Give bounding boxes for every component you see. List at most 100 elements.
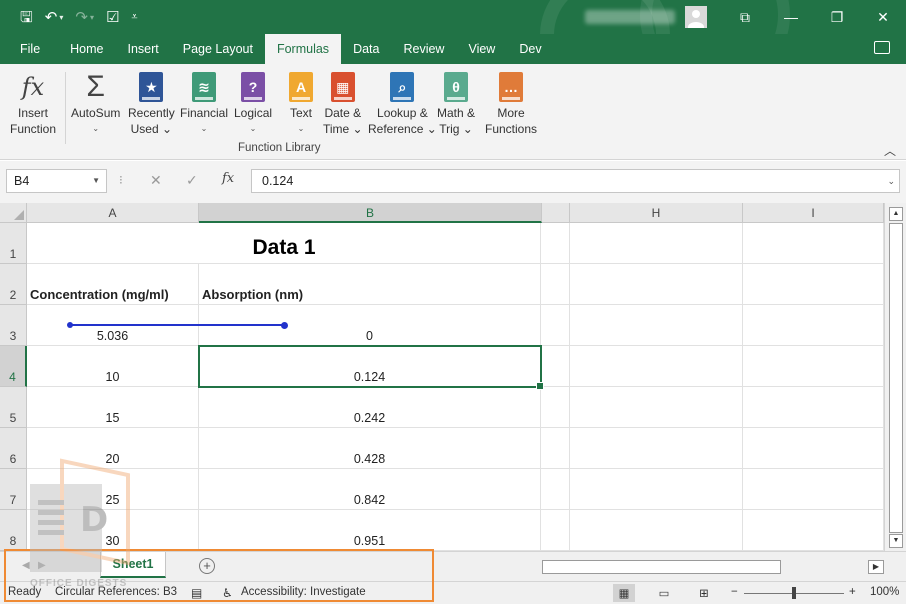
- cell[interactable]: [541, 428, 570, 469]
- cell[interactable]: [570, 346, 743, 387]
- insert-function-button[interactable]: fx Insert Function: [10, 70, 56, 137]
- cell[interactable]: [570, 387, 743, 428]
- cell[interactable]: [541, 510, 570, 551]
- tab-developer[interactable]: Dev: [507, 34, 553, 64]
- cell[interactable]: [570, 264, 743, 305]
- financial-button[interactable]: ≋ Financial ⌄: [180, 70, 228, 137]
- lookup-reference-button[interactable]: ⌕ Lookup & Reference ⌄: [368, 70, 437, 137]
- autosave-icon[interactable]: 🖫: [20, 10, 33, 25]
- cell[interactable]: [570, 305, 743, 346]
- cell[interactable]: [541, 346, 570, 387]
- column-header-i[interactable]: I: [743, 203, 884, 223]
- insert-function-icon[interactable]: fx: [222, 171, 234, 186]
- zoom-slider-thumb[interactable]: [792, 587, 796, 599]
- cell[interactable]: [743, 469, 884, 510]
- redo-icon[interactable]: ↷: [75, 10, 88, 25]
- customize-qat-icon[interactable]: ☑: [106, 10, 119, 25]
- scroll-down-icon[interactable]: ▼: [889, 534, 903, 548]
- cell[interactable]: [570, 223, 743, 264]
- scroll-right-icon[interactable]: ▶: [868, 560, 884, 574]
- cell-a6[interactable]: 20: [27, 428, 199, 469]
- expand-formula-icon[interactable]: ⌄: [887, 170, 895, 192]
- cell[interactable]: [541, 264, 570, 305]
- row-header-3[interactable]: 3: [0, 305, 27, 346]
- active-cell-selection[interactable]: [198, 345, 544, 390]
- cell-a4[interactable]: 10: [27, 346, 199, 387]
- cell[interactable]: [541, 469, 570, 510]
- tab-formulas[interactable]: Formulas: [264, 34, 342, 64]
- tab-home[interactable]: Home: [58, 34, 115, 64]
- column-header-b[interactable]: B: [199, 203, 542, 223]
- minimize-icon[interactable]: —: [768, 0, 814, 34]
- collapse-ribbon-icon[interactable]: ︿: [884, 142, 896, 159]
- normal-view-icon[interactable]: ▦: [613, 584, 635, 602]
- math-trig-button[interactable]: θ Math & Trig ⌄: [437, 70, 475, 137]
- date-time-button[interactable]: ▦ Date & Time ⌄: [323, 70, 363, 137]
- zoom-out-icon[interactable]: −: [731, 586, 738, 598]
- tab-view[interactable]: View: [456, 34, 507, 64]
- cell[interactable]: [743, 305, 884, 346]
- cell[interactable]: [743, 223, 884, 264]
- cell-a7[interactable]: 25: [27, 469, 199, 510]
- column-header-a[interactable]: A: [27, 203, 199, 223]
- restore-icon[interactable]: ❐: [814, 0, 860, 34]
- tab-file[interactable]: File: [0, 34, 58, 64]
- cell[interactable]: [743, 428, 884, 469]
- page-break-view-icon[interactable]: ⊞: [693, 584, 715, 602]
- column-header-h[interactable]: H: [570, 203, 743, 223]
- row-header-4[interactable]: 4: [0, 346, 27, 387]
- cell[interactable]: [743, 387, 884, 428]
- redo-dropdown-icon[interactable]: ▾: [90, 13, 94, 22]
- row-header-5[interactable]: 5: [0, 387, 27, 428]
- cell[interactable]: [743, 346, 884, 387]
- cell[interactable]: [570, 428, 743, 469]
- tab-review[interactable]: Review: [391, 34, 456, 64]
- close-icon[interactable]: ✕: [860, 0, 906, 34]
- logical-button[interactable]: ? Logical ⌄: [234, 70, 272, 137]
- zoom-in-icon[interactable]: +: [849, 586, 856, 598]
- row-header-8[interactable]: 8: [0, 510, 27, 551]
- chevron-down-icon[interactable]: ▼: [92, 170, 100, 192]
- cell[interactable]: [570, 469, 743, 510]
- cell-a8[interactable]: 30: [27, 510, 199, 551]
- column-header-hidden[interactable]: [542, 203, 570, 223]
- autosum-button[interactable]: Σ AutoSum ⌄: [71, 70, 120, 137]
- page-layout-view-icon[interactable]: ▭: [653, 584, 675, 602]
- row-header-1[interactable]: 1: [0, 223, 27, 264]
- cell[interactable]: [541, 305, 570, 346]
- tab-page-layout[interactable]: Page Layout: [171, 34, 265, 64]
- cell-b8[interactable]: 0.951: [199, 510, 541, 551]
- zoom-level[interactable]: 100%: [870, 586, 899, 598]
- cell[interactable]: [743, 264, 884, 305]
- undo-icon[interactable]: ↶: [45, 10, 58, 25]
- scroll-up-icon[interactable]: ▲: [889, 207, 903, 221]
- enter-icon[interactable]: ✓: [186, 172, 198, 189]
- cell[interactable]: [743, 510, 884, 551]
- recently-used-button[interactable]: ★ Recently Used ⌄: [128, 70, 175, 137]
- name-box[interactable]: B4 ▼: [6, 169, 107, 193]
- cell-b6[interactable]: 0.428: [199, 428, 541, 469]
- cell-a2[interactable]: Concentration (mg/ml): [27, 264, 199, 305]
- horizontal-scrollbar[interactable]: [542, 560, 781, 574]
- account-name[interactable]: [585, 10, 675, 24]
- avatar[interactable]: [685, 6, 707, 28]
- more-commands-icon[interactable]: ⩡: [131, 11, 137, 23]
- vertical-scrollbar[interactable]: ▲ ▼: [884, 203, 906, 551]
- ribbon-display-icon[interactable]: ⧉: [722, 0, 768, 34]
- row-header-7[interactable]: 7: [0, 469, 27, 510]
- cell[interactable]: [541, 387, 570, 428]
- drag-handle-icon[interactable]: ⁝: [119, 173, 123, 187]
- tab-insert[interactable]: Insert: [116, 34, 171, 64]
- cell-b2[interactable]: Absorption (nm): [199, 264, 541, 305]
- row-header-6[interactable]: 6: [0, 428, 27, 469]
- row-header-2[interactable]: 2: [0, 264, 27, 305]
- select-all-button[interactable]: [0, 203, 27, 223]
- comments-icon[interactable]: [874, 41, 890, 54]
- scroll-thumb[interactable]: [889, 223, 903, 533]
- text-button[interactable]: A Text ⌄: [286, 70, 316, 137]
- undo-dropdown-icon[interactable]: ▾: [59, 13, 63, 22]
- more-functions-button[interactable]: … More Functions: [485, 70, 537, 137]
- cell[interactable]: [570, 510, 743, 551]
- tab-data[interactable]: Data: [341, 34, 391, 64]
- cell-a5[interactable]: 15: [27, 387, 199, 428]
